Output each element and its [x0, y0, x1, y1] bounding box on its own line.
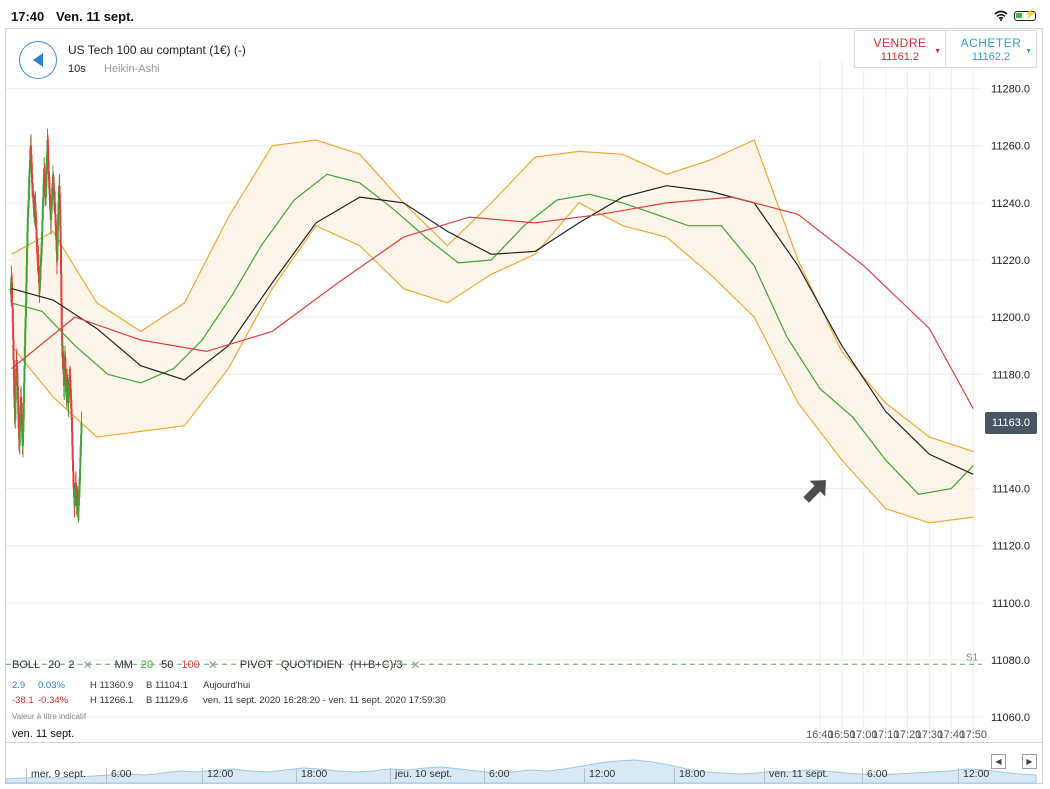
buy-button[interactable]: ACHETER 11162.2 ▼: [945, 31, 1036, 67]
y-tick-label: 11240.0: [991, 198, 1030, 210]
navigator-time-label: 6:00: [862, 768, 887, 783]
navigator-time-label: 18:00: [674, 768, 705, 783]
remove-pivot-icon[interactable]: ✕: [411, 658, 421, 672]
current-date-label: ven. 11 sept.: [12, 728, 75, 740]
navigator-time-label: 12:00: [958, 768, 989, 783]
bollinger-band-fill: [11, 140, 974, 523]
annotation-arrow-icon: [803, 480, 826, 503]
ma-label[interactable]: MM: [115, 659, 133, 671]
chevron-left-icon: ◀: [995, 757, 1002, 766]
boll-label[interactable]: BOLL: [12, 659, 40, 671]
y-tick-label: 11080.0: [991, 655, 1030, 667]
trade-panel: VENDRE 11161.2 ▼ ACHETER 11162.2 ▼: [854, 30, 1037, 68]
stat-high: H 11360.9: [90, 680, 134, 691]
y-tick-label: 11260.0: [991, 141, 1030, 153]
buy-price: 11162.2: [971, 51, 1011, 63]
navigator-time-label: jeu. 10 sept.: [390, 768, 452, 783]
sell-price: 11161.2: [880, 51, 920, 63]
pivot-s1-label: S1: [966, 652, 979, 663]
back-arrow-icon: [33, 53, 43, 67]
navigator-time-label: 12:00: [584, 768, 615, 783]
caret-down-icon: ▼: [934, 48, 941, 55]
navigator-time-label: mer. 9 sept.: [26, 768, 86, 783]
navigator-left-button[interactable]: ◀: [991, 754, 1006, 769]
stats-row-today: 2.9 0.03% H 11360.9 B 11104.1 Aujourd'hu…: [12, 680, 250, 691]
y-tick-label: 11100.0: [992, 598, 1030, 610]
sell-button[interactable]: VENDRE 11161.2 ▼: [855, 31, 945, 67]
stat-change: -38.1: [12, 695, 34, 706]
navigator-time-label: 6:00: [106, 768, 131, 783]
current-price-tag: 11163.0: [985, 411, 1037, 434]
y-tick-label: 11180.0: [992, 369, 1030, 381]
navigator-right-button[interactable]: ▶: [1022, 754, 1037, 769]
candle-body: [80, 422, 83, 435]
y-tick-label: 11060.0: [991, 712, 1030, 724]
chevron-right-icon: ▶: [1026, 757, 1033, 766]
stat-low: B 11129.6: [146, 695, 188, 706]
stat-period: Aujourd'hui: [203, 680, 251, 691]
navigator-time-label: ven. 11 sept.: [764, 768, 828, 783]
pivot-formula: (H+B+C)/3: [349, 659, 403, 671]
stat-high: H 11266.1: [90, 695, 134, 706]
sell-label: VENDRE: [873, 36, 927, 50]
interval-selector[interactable]: 10s: [68, 63, 86, 75]
y-tick-label: 11200.0: [991, 312, 1030, 324]
chart-type-selector[interactable]: Heikin-Ashi: [104, 63, 160, 75]
navigator-time-label: 6:00: [484, 768, 509, 783]
stats-row-range: -38.1 -0.34% H 11266.1 B 11129.6 ven. 11…: [12, 695, 446, 706]
ma100-label: 100: [181, 659, 200, 671]
caret-down-icon: ▼: [1025, 48, 1032, 55]
indicator-legend: BOLL 20 2 ✕ MM 20 50 100 ✕ PIVOT QUOTIDI…: [12, 658, 421, 672]
remove-ma-icon[interactable]: ✕: [208, 658, 218, 672]
x-tick-label: 17:50: [959, 729, 987, 741]
y-tick-label: 11120.0: [992, 541, 1030, 553]
stat-period: ven. 11 sept. 2020 16:28:20 - ven. 11 se…: [203, 695, 446, 706]
stat-change: 2.9: [12, 680, 26, 691]
y-tick-label: 11140.0: [992, 484, 1030, 496]
pivot-label[interactable]: PIVOT: [240, 659, 273, 671]
navigator-time-label: 18:00: [296, 768, 327, 783]
y-tick-label: 11280.0: [991, 84, 1030, 96]
y-tick-label: 11220.0: [991, 255, 1030, 267]
back-button[interactable]: [19, 41, 57, 79]
buy-label: ACHETER: [960, 36, 1022, 50]
ma50-label: 50: [161, 659, 174, 671]
stat-pct: -0.34%: [38, 695, 69, 706]
boll-period: 20: [48, 659, 61, 671]
remove-boll-icon[interactable]: ✕: [83, 658, 93, 672]
disclaimer: Valeur à titre indicatif: [12, 712, 87, 721]
navigator-labels: mer. 9 sept. 6:00 12:00 18:00 jeu. 10 sept. 6…: [6, 768, 996, 784]
stat-low: B 11104.1: [146, 680, 188, 691]
pivot-period: QUOTIDIEN: [280, 659, 342, 671]
instrument-title: US Tech 100 au comptant (1€) (-): [68, 43, 246, 57]
ma20-label: 20: [140, 659, 154, 671]
stat-pct: 0.03%: [38, 680, 65, 691]
navigator-time-label: 12:00: [202, 768, 233, 783]
boll-dev: 2: [68, 659, 75, 671]
